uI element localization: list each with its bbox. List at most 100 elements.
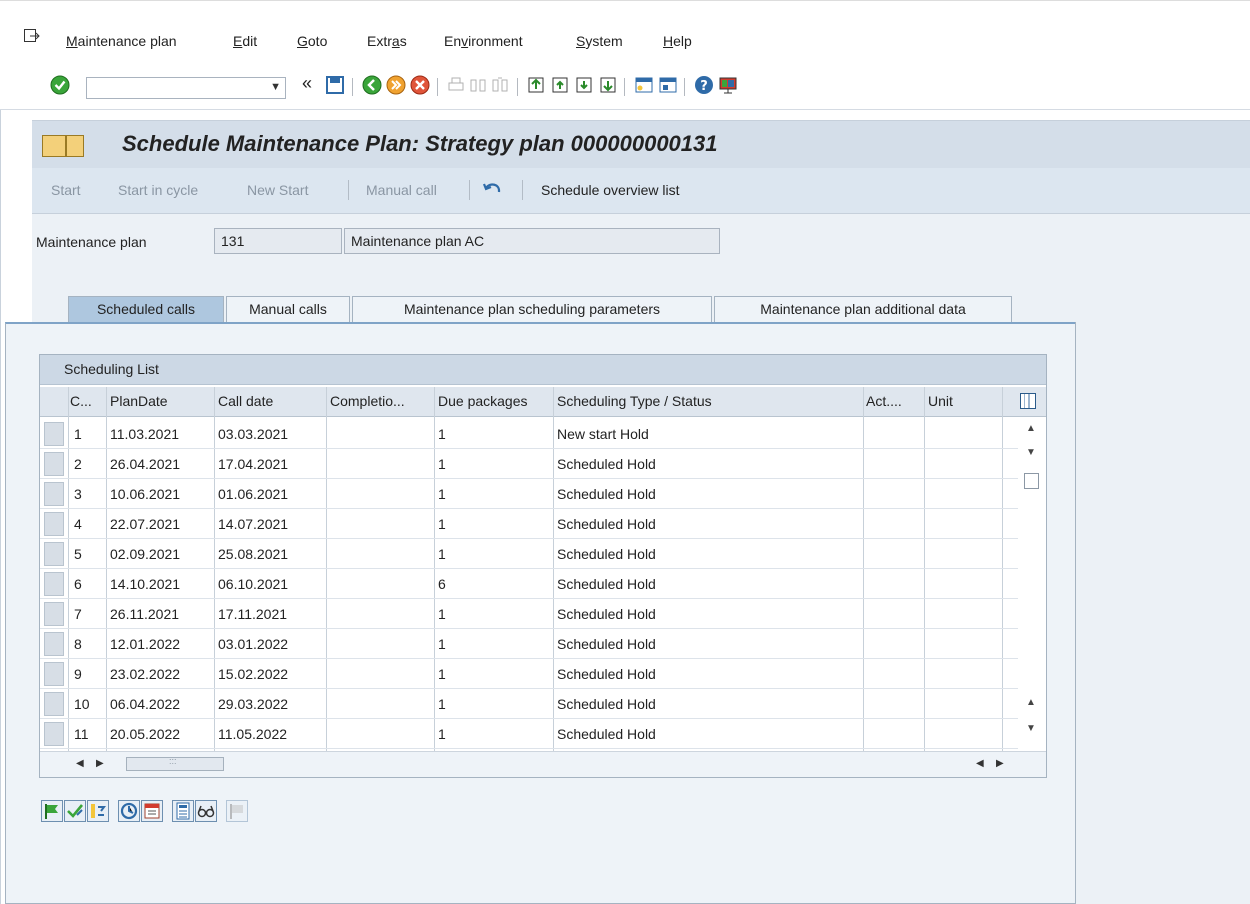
scroll-grip: ::: (169, 756, 177, 766)
tab-manual-calls[interactable]: Manual calls (226, 296, 350, 322)
reschedule-button[interactable] (118, 800, 140, 822)
tab-scheduling-parameters[interactable]: Maintenance plan scheduling parameters (352, 296, 712, 322)
table-row[interactable]: 8 12.01.2022 03.01.2022 1 Scheduled Hold (40, 629, 1020, 659)
first-page-icon[interactable] (526, 75, 546, 95)
table-row[interactable]: 9 23.02.2022 15.02.2022 1 Scheduled Hold (40, 659, 1020, 689)
table-settings-icon[interactable] (1020, 393, 1036, 409)
maintenance-plan-label: Maintenance plan (36, 234, 147, 250)
skip-call-button[interactable] (87, 800, 109, 822)
toolbar-separator (624, 78, 625, 96)
column-header-plan-date[interactable]: PlanDate (110, 393, 210, 409)
customize-layout-icon[interactable] (718, 75, 738, 95)
column-header-completion[interactable]: Completio... (330, 393, 434, 409)
menu-extras[interactable]: Extras (367, 33, 407, 49)
shortcut-icon[interactable] (658, 75, 678, 95)
row-selector[interactable] (44, 692, 64, 716)
next-page-icon[interactable] (574, 75, 594, 95)
cell-plan-date: 23.02.2022 (110, 666, 181, 682)
application-toolbar: Start Start in cycle New Start Manual ca… (32, 168, 1250, 214)
table-row[interactable]: 5 02.09.2021 25.08.2021 1 Scheduled Hold (40, 539, 1020, 569)
cell-due-packages: 1 (438, 456, 446, 472)
table-row[interactable]: 4 22.07.2021 14.07.2021 1 Scheduled Hold (40, 509, 1020, 539)
last-page-icon[interactable] (598, 75, 618, 95)
table-row[interactable]: 7 26.11.2021 17.11.2021 1 Scheduled Hold (40, 599, 1020, 629)
menu-edit[interactable]: Edit (233, 33, 257, 49)
vertical-scrollbar[interactable]: ▲ ▼ ▲ ▼ (1018, 419, 1044, 751)
scroll-down-icon[interactable]: ▼ (1026, 723, 1036, 734)
tab-additional-data[interactable]: Maintenance plan additional data (714, 296, 1012, 322)
column-header-call-date[interactable]: Call date (218, 393, 322, 409)
scroll-left-icon[interactable]: ◀ (76, 758, 84, 769)
maintenance-plan-number-field[interactable]: 131 (214, 228, 342, 254)
previous-page-icon[interactable] (550, 75, 570, 95)
row-selector[interactable] (44, 632, 64, 656)
row-selector[interactable] (44, 512, 64, 536)
table-row[interactable]: 1 11.03.2021 03.03.2021 1 New start Hold (40, 419, 1020, 449)
fix-call-icon (67, 804, 84, 818)
cell-scheduling-status: Scheduled Hold (557, 666, 656, 682)
tab-scheduled-calls[interactable]: Scheduled calls (68, 296, 224, 322)
row-selector[interactable] (44, 572, 64, 596)
menu-bar: Maintenance plan Edit Goto Extras Enviro… (0, 0, 1250, 64)
column-header-activity[interactable]: Act.... (866, 393, 922, 409)
table-row[interactable]: 11 20.05.2022 11.05.2022 1 Scheduled Hold (40, 719, 1020, 749)
row-selector[interactable] (44, 422, 64, 446)
horizontal-scroll-thumb[interactable]: ::: (126, 756, 224, 771)
back-icon[interactable] (362, 75, 382, 95)
row-selector[interactable] (44, 602, 64, 626)
calculator-button[interactable] (172, 800, 194, 822)
collapse-icon[interactable]: « (302, 73, 322, 93)
menu-toggle-icon[interactable] (42, 135, 66, 157)
enter-icon[interactable] (50, 75, 70, 95)
table-title: Scheduling List (64, 361, 159, 377)
release-call-button[interactable] (41, 800, 63, 822)
menu-open-icon[interactable] (24, 29, 40, 43)
start-button: Start (51, 182, 81, 198)
scroll-right-icon[interactable]: ▶ (96, 758, 104, 769)
menu-environment[interactable]: Environment (444, 33, 523, 49)
command-dropdown-icon[interactable]: ▼ (270, 81, 281, 93)
table-header: C... PlanDate Call date Completio... Due… (40, 387, 1046, 417)
cell-call-number: 9 (74, 666, 82, 682)
fix-call-button[interactable] (64, 800, 86, 822)
table-row[interactable]: 10 06.04.2022 29.03.2022 1 Scheduled Hold (40, 689, 1020, 719)
column-header-call-number[interactable]: C... (70, 393, 104, 409)
calendar-button[interactable] (141, 800, 163, 822)
new-session-icon[interactable] (634, 75, 654, 95)
row-selector[interactable] (44, 452, 64, 476)
maintenance-plan-text-field[interactable]: Maintenance plan AC (344, 228, 720, 254)
scroll-down-icon[interactable]: ▼ (1026, 447, 1036, 458)
row-selector[interactable] (44, 662, 64, 686)
cancel-icon[interactable] (410, 75, 430, 95)
cell-plan-date: 26.11.2021 (110, 606, 180, 622)
display-button[interactable] (195, 800, 217, 822)
dropdown-toggle-icon[interactable] (66, 135, 84, 157)
row-selector[interactable] (44, 542, 64, 566)
menu-system[interactable]: System (576, 33, 623, 49)
column-header-due-packages[interactable]: Due packages (438, 393, 554, 409)
column-header-scheduling-type-status[interactable]: Scheduling Type / Status (557, 393, 862, 409)
help-icon[interactable]: ? (694, 75, 714, 95)
scroll-thumb[interactable] (1024, 473, 1039, 489)
row-selector[interactable] (44, 482, 64, 506)
cell-call-number: 8 (74, 636, 82, 652)
table-row[interactable]: 3 10.06.2021 01.06.2021 1 Scheduled Hold (40, 479, 1020, 509)
horizontal-scrollbar[interactable]: ◀ ▶ ::: ◀ ▶ (40, 751, 1046, 777)
column-header-unit[interactable]: Unit (928, 393, 1008, 409)
scroll-up-icon[interactable]: ▲ (1026, 697, 1036, 708)
undo-icon[interactable] (482, 180, 504, 200)
scroll-right-icon[interactable]: ▶ (996, 758, 1004, 769)
row-selector[interactable] (44, 722, 64, 746)
scroll-up-icon[interactable]: ▲ (1026, 423, 1036, 434)
scroll-left-icon[interactable]: ◀ (976, 758, 984, 769)
save-icon[interactable] (325, 75, 345, 95)
menu-help[interactable]: Help (663, 33, 692, 49)
schedule-overview-list-button[interactable]: Schedule overview list (541, 182, 680, 198)
table-row[interactable]: 6 14.10.2021 06.10.2021 6 Scheduled Hold (40, 569, 1020, 599)
command-field[interactable]: ▼ (86, 77, 286, 99)
table-row[interactable]: 2 26.04.2021 17.04.2021 1 Scheduled Hold (40, 449, 1020, 479)
exit-icon[interactable] (386, 75, 406, 95)
menu-maintenance-plan[interactable]: Maintenance plan (66, 33, 177, 49)
toolbar-separator (352, 78, 353, 96)
menu-goto[interactable]: Goto (297, 33, 327, 49)
